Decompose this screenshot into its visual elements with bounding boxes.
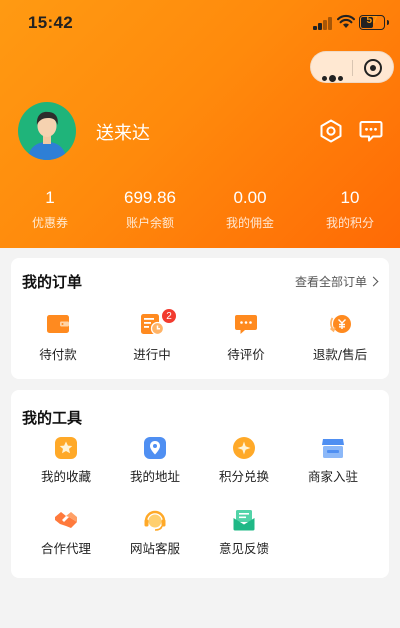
miniprogram-capsule	[310, 51, 394, 83]
more-options-icon[interactable]	[322, 66, 345, 85]
stat-commission[interactable]: 0.00 我的佣金	[200, 186, 300, 236]
tools-card: 我的工具 我的收藏 我的地址 积分兑换 商家入驻 合作代理 网站客服 意见反馈	[11, 390, 389, 578]
store-icon	[322, 439, 344, 458]
stat-label: 我的佣金	[225, 216, 274, 230]
avatar[interactable]	[18, 102, 76, 160]
signal-icon	[313, 17, 333, 30]
stat-value: 699.86	[124, 188, 176, 207]
points-icon	[233, 437, 255, 459]
stat-coupons[interactable]: 1 优惠券	[0, 186, 100, 236]
close-miniprogram-icon[interactable]	[364, 59, 382, 77]
star-icon	[55, 437, 77, 459]
tool-item-label: 网站客服	[129, 541, 180, 556]
refund-icon	[329, 315, 351, 333]
tool-item-label: 积分兑换	[218, 469, 269, 484]
orders-card: 我的订单 查看全部订单 待付款 进行中 2 待评价 退款/售后	[11, 258, 389, 379]
comment-icon	[235, 315, 257, 334]
headset-icon	[144, 510, 166, 531]
message-icon[interactable]	[358, 118, 384, 144]
order-item-label: 退款/售后	[312, 347, 368, 362]
view-all-orders-link[interactable]: 查看全部订单	[294, 273, 379, 290]
wallet-icon	[47, 315, 69, 333]
order-item-label: 进行中	[133, 347, 171, 362]
tool-item-label: 合作代理	[40, 541, 91, 556]
stat-value: 10	[340, 188, 360, 207]
stat-value: 1	[45, 188, 55, 207]
status-bar: 15:42 57	[0, 0, 400, 48]
chevron-right-icon	[368, 276, 379, 287]
feedback-mail-icon	[233, 510, 255, 531]
in-progress-count-badge: 2	[161, 308, 177, 324]
tool-item-label: 商家入驻	[307, 469, 358, 484]
order-item-label: 待付款	[39, 347, 77, 362]
battery-level-text: 57	[366, 15, 378, 26]
user-avatar-icon	[27, 111, 67, 160]
stat-balance[interactable]: 699.86 账户余额	[100, 186, 200, 236]
username[interactable]: 送来达	[96, 119, 150, 145]
tools-title: 我的工具	[22, 409, 83, 427]
battery-icon: 57	[359, 15, 389, 30]
handshake-icon	[55, 512, 77, 528]
tool-item-label: 意见反馈	[218, 541, 269, 556]
settings-icon[interactable]	[318, 118, 344, 144]
stat-label: 账户余额	[125, 216, 174, 230]
profile-header: 15:42 57 送来达 1 优惠券 699.86 账户余额 0.00 我的佣金…	[0, 0, 400, 248]
stat-label: 我的积分	[325, 216, 374, 230]
wifi-icon	[337, 14, 355, 28]
account-stats: 1 优惠券 699.86 账户余额 0.00 我的佣金 10 我的积分	[0, 186, 400, 236]
order-item-label: 待评价	[227, 347, 265, 362]
status-time: 15:42	[28, 13, 73, 32]
stat-points[interactable]: 10 我的积分	[300, 186, 400, 236]
tool-item-label: 我的地址	[129, 469, 180, 484]
location-icon	[144, 437, 166, 459]
stat-value: 0.00	[233, 188, 267, 207]
orders-title: 我的订单	[22, 273, 83, 291]
stat-label: 优惠券	[31, 216, 68, 230]
tool-item-label: 我的收藏	[40, 469, 91, 484]
view-all-label: 查看全部订单	[294, 275, 367, 289]
